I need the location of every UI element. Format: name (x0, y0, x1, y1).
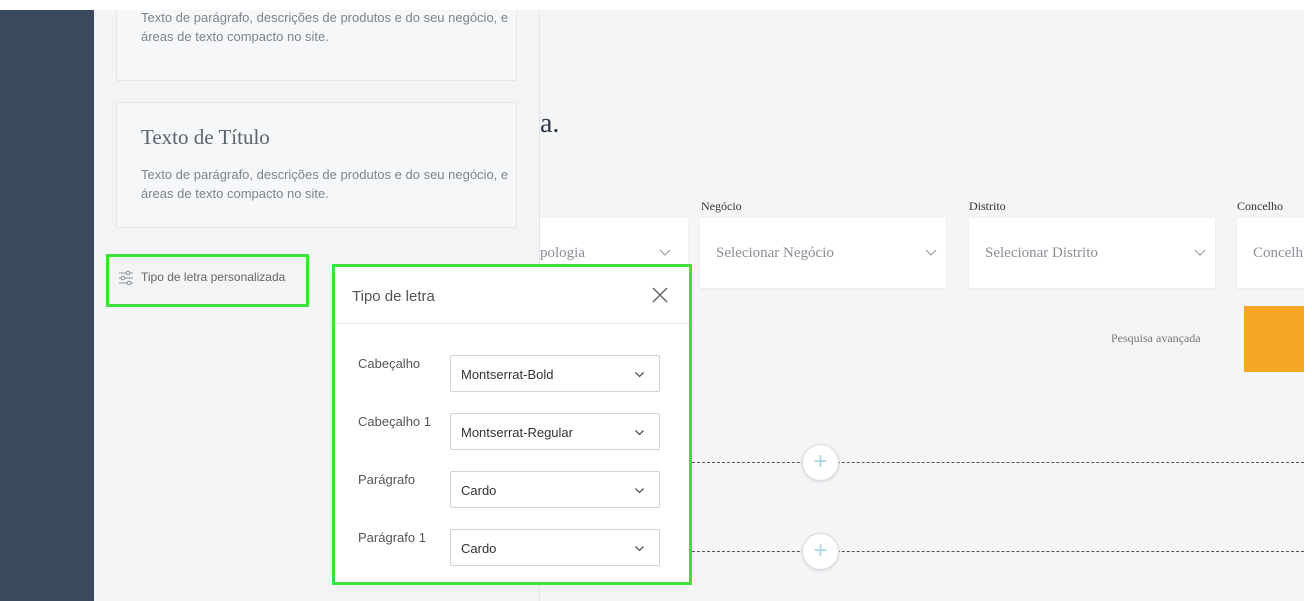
text-style-card-description: Texto de parágrafo, descrições de produt… (141, 167, 509, 201)
plus-icon: + (813, 448, 828, 475)
page-heading-fragment: a. (540, 108, 560, 139)
custom-font-button[interactable]: Tipo de letra personalizada (106, 254, 309, 307)
editor-canvas: a. pologia Negócio Selecionar Negócio Di… (0, 10, 1304, 601)
font-dialog: Tipo de letra Cabeçalho Montserrat-Bold … (332, 264, 692, 585)
custom-font-label: Tipo de letra personalizada (141, 270, 286, 284)
text-style-card-description: Texto de parágrafo, descrições de produt… (141, 10, 509, 44)
header1-font-select[interactable]: Montserrat-Regular (450, 413, 660, 450)
section-divider (692, 462, 1304, 463)
header-font-select[interactable]: Montserrat-Bold (450, 355, 660, 392)
advanced-search-link[interactable]: Pesquisa avançada (1111, 331, 1201, 346)
plus-icon: + (813, 537, 828, 564)
text-style-card-heading: Texto de Título (141, 125, 270, 149)
chevron-down-icon (635, 372, 644, 378)
chevron-down-icon (635, 488, 644, 494)
search-button[interactable] (1244, 306, 1304, 372)
sliders-icon (119, 270, 133, 286)
paragraph1-font-select[interactable]: Cardo (450, 529, 660, 566)
font-dialog-title: Tipo de letra (352, 288, 435, 305)
paragraph1-font-value: Cardo (461, 541, 497, 556)
add-section-button[interactable]: + (802, 444, 839, 481)
paragraph-font-select[interactable]: Cardo (450, 471, 660, 508)
chevron-down-icon (635, 430, 644, 436)
text-style-card-paragraph[interactable]: Texto de parágrafo, descrições de produt… (116, 10, 517, 81)
text-style-card-title[interactable]: Texto de Título Texto de parágrafo, desc… (116, 102, 517, 228)
header-font-value: Montserrat-Bold (461, 367, 554, 382)
distrito-select[interactable]: Selecionar Distrito (969, 218, 1215, 288)
negocio-select-value: Selecionar Negócio (716, 245, 834, 261)
chevron-down-icon (1194, 249, 1206, 256)
negocio-label: Negócio (701, 199, 742, 213)
paragraph-font-value: Cardo (461, 483, 497, 498)
distrito-label: Distrito (969, 199, 1006, 213)
distrito-select-value: Selecionar Distrito (985, 245, 1098, 261)
concelho-select-value: Concelh (1253, 245, 1303, 261)
concelho-select[interactable]: Concelh (1237, 218, 1304, 288)
paragraph-font-label: Parágrafo (358, 472, 416, 487)
font-dialog-header: Tipo de letra (335, 267, 689, 324)
section-divider (692, 551, 1304, 552)
close-icon[interactable] (649, 284, 671, 306)
chevron-down-icon (925, 249, 937, 256)
chevron-down-icon (659, 249, 671, 256)
tipologia-select-value: pologia (540, 245, 585, 261)
chevron-down-icon (635, 546, 644, 552)
editor-sidebar-rail (0, 10, 94, 601)
add-section-button[interactable]: + (802, 533, 839, 570)
concelho-label: Concelho (1237, 199, 1283, 213)
header1-font-label: Cabeçalho 1 (358, 414, 431, 429)
header1-font-value: Montserrat-Regular (461, 425, 573, 440)
negocio-select[interactable]: Selecionar Negócio (700, 218, 946, 288)
paragraph1-font-label: Parágrafo 1 (358, 530, 426, 545)
header-font-label: Cabeçalho (358, 356, 421, 371)
